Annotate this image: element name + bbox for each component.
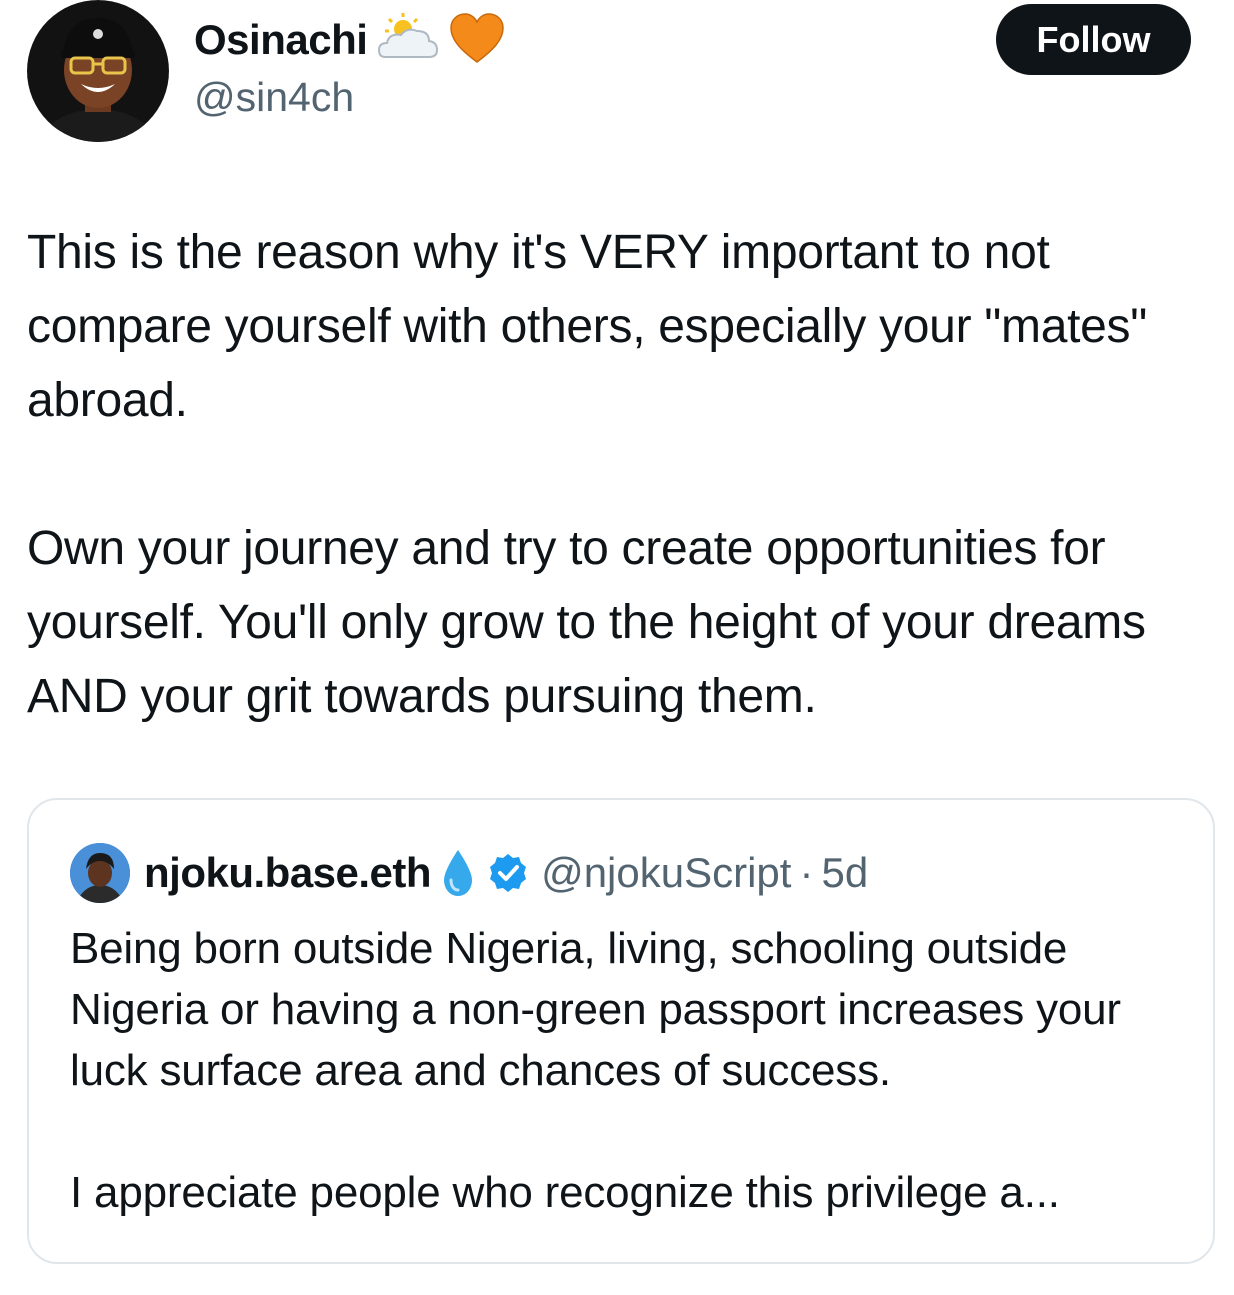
tweet-paragraph: Own your journey and try to create oppor… [27,522,1146,723]
quoted-timestamp[interactable]: 5d [821,849,868,897]
quoted-tweet-header: njoku.base.eth @njokuScript · 5d [70,836,868,910]
quoted-avatar-image [70,843,130,903]
separator-dot: · [799,849,814,896]
author-avatar[interactable] [27,0,169,142]
author-name-row: Osinachi [194,12,505,68]
author-handle[interactable]: @sin4ch [194,74,354,121]
quoted-paragraph: Being born outside Nigeria, living, scho… [70,924,1121,1095]
sun-behind-cloud-icon [377,11,439,70]
tweet-paragraph: This is the reason why it's VERY importa… [27,226,1147,427]
quoted-handle[interactable]: @njokuScript [541,849,791,897]
tweet-body: This is the reason why it's VERY importa… [27,216,1217,734]
orange-heart-icon [449,12,505,69]
quoted-tweet-card[interactable]: njoku.base.eth @njokuScript · 5d Being b… [27,798,1215,1264]
quoted-author-avatar[interactable] [70,843,130,903]
avatar-image [27,0,169,142]
follow-button[interactable]: Follow [996,4,1191,75]
quoted-paragraph: I appreciate people who recognize this p… [70,1168,1060,1217]
quoted-tweet-body: Being born outside Nigeria, living, scho… [70,918,1190,1223]
verified-badge-icon [487,852,529,894]
droplet-icon [441,848,475,898]
author-display-name[interactable]: Osinachi [194,19,368,61]
quoted-display-name[interactable]: njoku.base.eth [144,849,432,897]
